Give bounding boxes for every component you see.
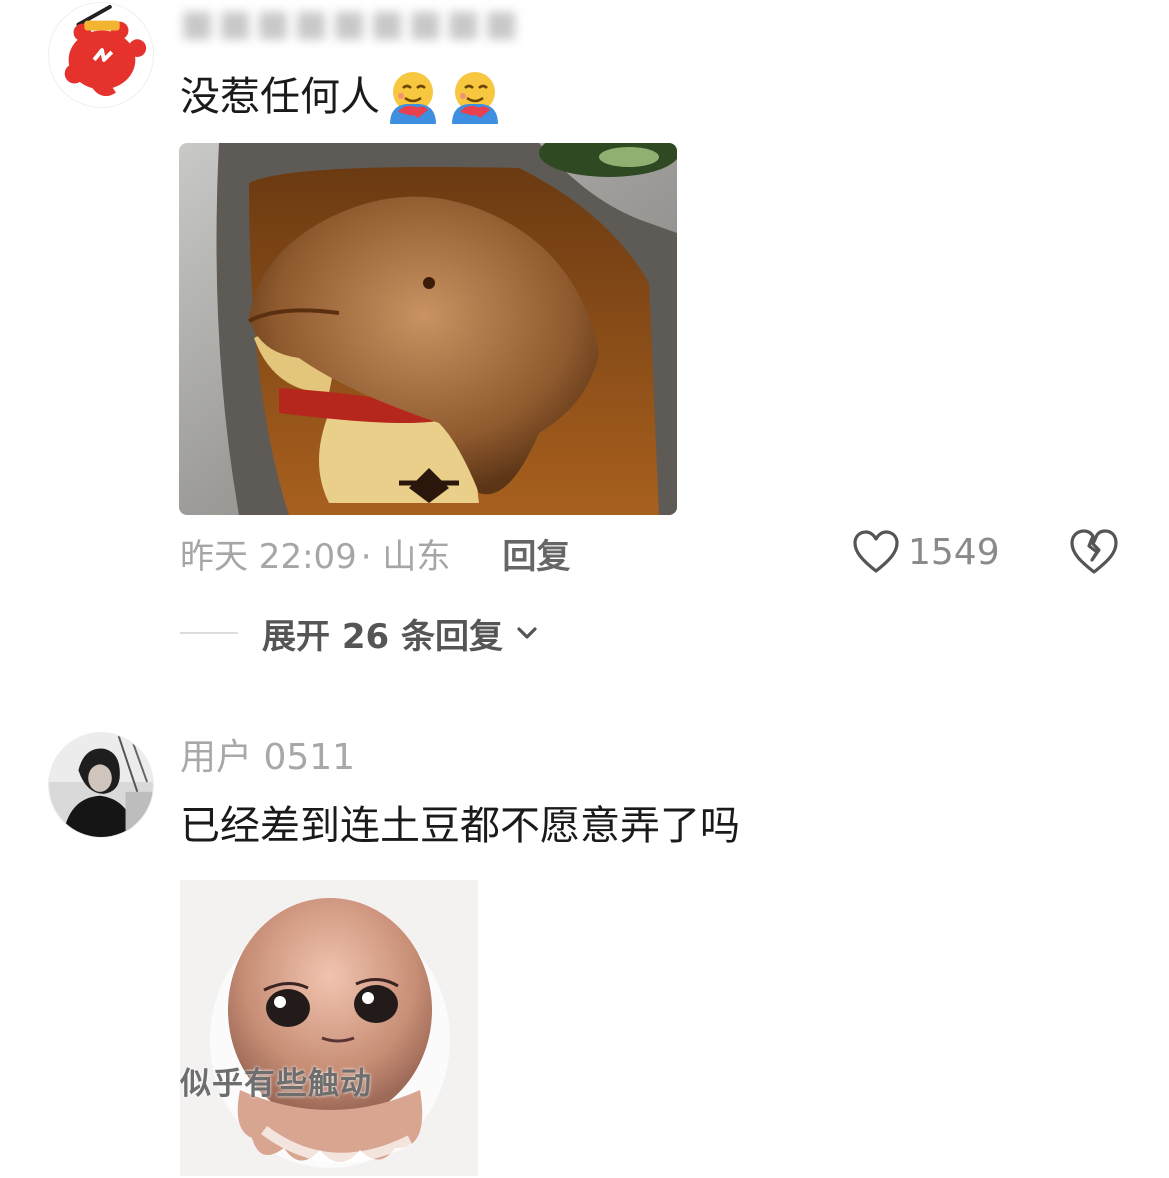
comment-time: 昨天 22:09 [180,536,357,577]
username[interactable]: 用户 0511 [180,740,355,776]
user-photo-avatar-icon [49,733,153,837]
sticker-image[interactable]: 似乎有些触动 [180,880,478,1176]
comment-text: 没惹任何人 [180,68,504,126]
expand-replies-label: 展开 26 条回复 [262,616,503,657]
comment-body: 没惹任何人 [180,74,380,120]
hug-emoji-icon [390,72,436,124]
comment-body: 已经差到连土豆都不愿意弄了吗 [180,803,740,849]
comment-photo[interactable] [179,143,677,515]
comment-location: · 山东 [360,536,451,577]
like-button[interactable]: 1549 [852,526,1000,578]
broken-heart-icon [1070,529,1118,574]
chevron-down-icon [517,627,537,639]
dislike-button[interactable] [1068,526,1120,578]
hug-emoji-icon [452,72,498,124]
user-avatar[interactable] [48,732,154,838]
expand-replies-button[interactable]: 展开 26 条回复 [180,610,541,657]
comment-text: 已经差到连土豆都不愿意弄了吗 [180,802,740,850]
reply-button[interactable]: 回复 [502,529,570,578]
divider-line [180,632,238,634]
username[interactable]: ■■■■■■■■■ [180,6,522,42]
octopus-sticker-icon [180,880,478,1176]
braised-duck-photo [179,143,677,515]
like-count: 1549 [908,531,1000,573]
heart-outline-icon [853,530,899,573]
comment-thread: ■■■■■■■■■ 没惹任何人 昨天 22:09 · 山东 回复 1549 展开… [0,0,1169,1178]
comment-meta: 昨天 22:09 · 山东 回复 [180,528,570,578]
sticker-caption: 似乎有些触动 [180,1066,372,1102]
red-bear-avatar-icon [49,3,153,107]
user-avatar[interactable] [48,2,154,108]
